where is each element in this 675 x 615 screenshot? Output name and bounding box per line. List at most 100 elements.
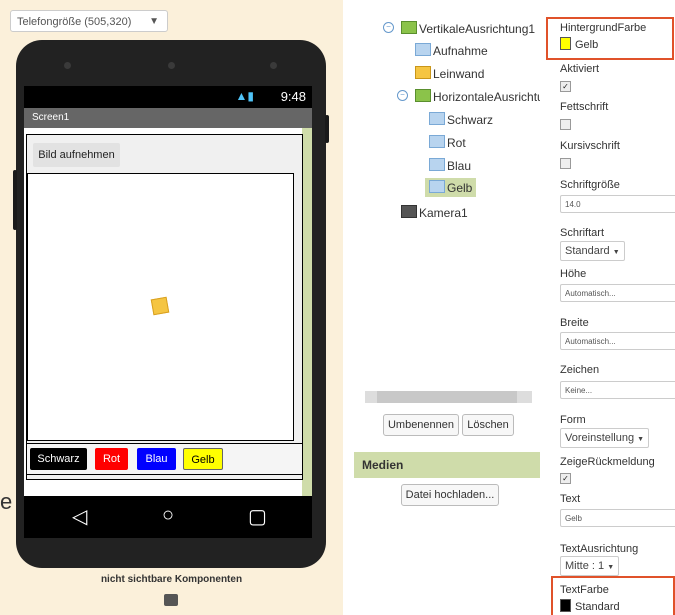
prop-fettschrift-label: Fettschrift (560, 101, 609, 113)
prop-textausrichtung-label: TextAusrichtung (560, 543, 639, 555)
tree-item-label: Aufnahme (433, 44, 488, 58)
speaker-dot-icon (64, 62, 71, 69)
prop-zeichen-label: Zeichen (560, 364, 600, 376)
camera-icon (164, 594, 178, 606)
tree-item-label: Kamera1 (419, 206, 468, 220)
tree-item-label: Schwarz (447, 113, 494, 127)
select-value: Mitte : 1 (565, 560, 605, 572)
android-nav-bar: ◁ ○ ▢ (24, 496, 312, 538)
take-photo-button[interactable]: Bild aufnehmen (33, 143, 120, 167)
tree-item-rot[interactable]: Rot (429, 135, 466, 150)
prop-form-label: Form (560, 414, 586, 426)
schriftgroesse-input[interactable]: 14.0 (560, 195, 675, 213)
select-value: Voreinstellung (565, 432, 635, 444)
tree-item-blau[interactable]: Blau (429, 158, 471, 173)
rename-button[interactable]: Umbenennen (383, 414, 459, 436)
volume-button (13, 170, 17, 230)
tree-item-vertikaleausrichtung1[interactable]: − VertikaleAusrichtung1 (383, 21, 536, 36)
prop-text-label: Text (560, 493, 581, 505)
collapse-icon[interactable]: − (397, 90, 408, 101)
tree-horizontal-scrollbar[interactable] (365, 391, 532, 403)
properties-panel: HintergrundFarbe Gelb Aktiviert ✓ Fettsc… (540, 0, 675, 615)
prop-zeige-label: ZeigeRückmeldung (560, 456, 655, 468)
phone-size-select[interactable]: Telefongröße (505,320) ▼ (10, 10, 168, 32)
button-icon (429, 180, 445, 193)
screen-scroll-area (302, 128, 312, 496)
text-input[interactable]: Gelb (560, 509, 675, 527)
front-camera-icon (168, 62, 175, 69)
tree-item-aufnahme[interactable]: Aufnahme (415, 43, 488, 58)
schriftart-select[interactable]: Standard ▼ (560, 241, 625, 261)
form-select[interactable]: Voreinstellung ▼ (560, 428, 650, 448)
canvas-component[interactable] (27, 173, 294, 441)
screen-title: Screen1 (24, 108, 312, 128)
fettschrift-checkbox[interactable] (560, 119, 571, 130)
tree-item-label: Blau (447, 159, 472, 173)
color-button-blau[interactable]: Blau (137, 448, 176, 470)
delete-button[interactable]: Löschen (462, 414, 514, 436)
camera-icon (401, 205, 417, 218)
nonvisible-components-label: nicht sichtbare Komponenten (100, 574, 243, 585)
horizontal-arrangement[interactable]: Schwarz Rot Blau Gelb (26, 443, 303, 475)
textausrichtung-select[interactable]: Mitte : 1 ▼ (560, 556, 620, 576)
collapse-icon[interactable]: − (383, 22, 394, 33)
tree-item-label: Rot (447, 136, 466, 150)
power-button (325, 115, 329, 143)
color-value: Standard (575, 601, 620, 613)
zeichen-input[interactable]: Keine... (560, 381, 675, 399)
chevron-down-icon: ▼ (612, 249, 620, 256)
color-button-schwarz[interactable]: Schwarz (30, 448, 87, 470)
media-header: Medien (354, 452, 540, 478)
aktiviert-checkbox[interactable]: ✓ (560, 81, 571, 92)
upload-file-button[interactable]: Datei hochladen... (401, 484, 499, 506)
tree-item-horizontaleausrichtung[interactable]: − HorizontaleAusrichtun (397, 89, 551, 104)
scrollbar-thumb[interactable] (377, 391, 517, 403)
phone-size-label: Telefongröße (505,320) (17, 16, 132, 28)
status-time: 9:48 (280, 89, 306, 104)
sensor-dot-icon (270, 62, 277, 69)
vertical-arrangement[interactable]: Bild aufnehmen (26, 134, 303, 480)
tree-item-leinwand[interactable]: Leinwand (415, 66, 484, 81)
prop-hintergrundfarbe-value[interactable]: Gelb (560, 37, 598, 51)
tree-item-label: HorizontaleAusrichtun (433, 90, 551, 104)
signal-battery-icon: ▲▮ (235, 89, 254, 103)
horizontal-arrangement-icon (415, 89, 431, 102)
tree-item-label: Leinwand (433, 67, 485, 81)
button-icon (415, 43, 431, 56)
recent-apps-icon: ▢ (248, 506, 267, 528)
select-value: Standard (565, 245, 610, 257)
designer-panel: Telefongröße (505,320) ▼ ▲▮ 9:48 Screen1… (0, 0, 343, 615)
canvas-image-icon (150, 296, 170, 316)
status-bar: ▲▮ 9:48 (24, 86, 312, 108)
tree-item-label: VertikaleAusrichtung1 (419, 22, 536, 36)
prop-breite-label: Breite (560, 317, 589, 329)
color-swatch (560, 599, 571, 612)
prop-hintergrundfarbe-label: HintergrundFarbe (560, 22, 647, 34)
phone-screen: ▲▮ 9:48 Screen1 Bild aufnehmen Schwarz R… (24, 86, 312, 496)
color-value: Gelb (575, 39, 599, 51)
breite-input[interactable]: Automatisch... (560, 332, 675, 350)
button-icon (429, 158, 445, 171)
prop-textfarbe-label: TextFarbe (560, 584, 609, 596)
color-button-gelb[interactable]: Gelb (183, 448, 223, 470)
prop-aktiviert-label: Aktiviert (560, 63, 600, 75)
prop-schriftgroesse-label: Schriftgröße (560, 179, 620, 191)
tree-item-gelb-selected[interactable]: Gelb (425, 178, 477, 197)
button-icon (429, 112, 445, 125)
tree-item-kamera1[interactable]: Kamera1 (401, 205, 468, 220)
hoehe-input[interactable]: Automatisch... (560, 284, 675, 302)
kursivschrift-checkbox[interactable] (560, 158, 571, 169)
tree-item-label: Gelb (447, 181, 473, 195)
home-icon: ○ (162, 504, 175, 526)
tree-item-schwarz[interactable]: Schwarz (429, 112, 493, 127)
button-icon (429, 135, 445, 148)
back-icon: ◁ (72, 506, 88, 528)
prop-kursivschrift-label: Kursivschrift (560, 140, 620, 152)
color-swatch (560, 37, 571, 50)
chevron-down-icon: ▼ (149, 16, 159, 27)
zeige-checkbox[interactable]: ✓ (560, 473, 571, 484)
vertical-arrangement-icon (401, 21, 417, 34)
cropped-text: e (0, 489, 13, 514)
color-button-rot[interactable]: Rot (95, 448, 128, 470)
prop-textfarbe-value[interactable]: Standard (560, 599, 620, 613)
